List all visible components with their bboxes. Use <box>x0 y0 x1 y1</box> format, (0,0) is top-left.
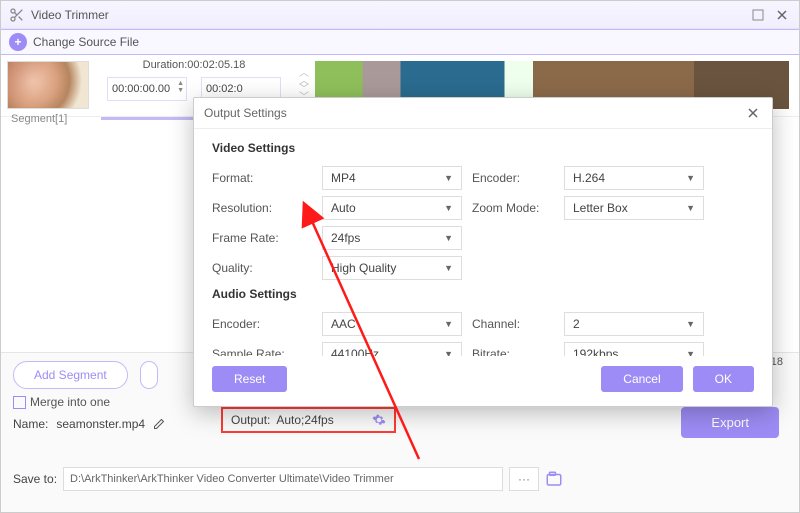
zoom-label: Zoom Mode: <box>472 201 554 215</box>
zoom-value: Letter Box <box>573 201 628 215</box>
add-segment-button[interactable]: Add Segment <box>13 361 128 389</box>
open-folder-icon[interactable] <box>545 470 563 488</box>
samplerate-label: Sample Rate: <box>212 347 312 356</box>
channel-value: 2 <box>573 317 580 331</box>
browse-button[interactable]: ··· <box>509 467 539 491</box>
samplerate-value: 44100Hz <box>331 347 379 356</box>
samplerate-select[interactable]: 44100Hz ▼ <box>322 342 462 356</box>
audio-settings-heading: Audio Settings <box>212 287 754 301</box>
export-button[interactable]: Export <box>681 407 779 438</box>
reset-button[interactable]: Reset <box>212 366 287 392</box>
caret-down-icon: ▼ <box>444 173 453 183</box>
spin-down-icon[interactable]: ▼ <box>177 87 184 94</box>
video-encoder-select[interactable]: H.264 ▼ <box>564 166 704 190</box>
end-time-value: 00:02:0 <box>206 83 243 95</box>
output-value: Auto;24fps <box>276 413 366 427</box>
caret-down-icon: ▼ <box>686 203 695 213</box>
scissors-icon <box>9 7 25 23</box>
start-time-value: 00:00:00.00 <box>112 83 170 95</box>
close-button[interactable] <box>773 6 791 24</box>
output-label: Output: <box>231 413 270 427</box>
resolution-value: Auto <box>331 201 356 215</box>
caret-down-icon: ▼ <box>444 263 453 273</box>
window-title: Video Trimmer <box>31 8 743 22</box>
clip-thumbnail[interactable] <box>7 61 89 109</box>
ok-button[interactable]: OK <box>693 366 754 392</box>
zoom-select[interactable]: Letter Box ▼ <box>564 196 704 220</box>
format-select[interactable]: MP4 ▼ <box>322 166 462 190</box>
modal-header: Output Settings <box>194 98 772 129</box>
title-bar: Video Trimmer <box>1 1 799 29</box>
video-encoder-value: H.264 <box>573 171 605 185</box>
audio-encoder-label: Encoder: <box>212 317 312 331</box>
app-window: Video Trimmer + Change Source File Durat… <box>0 0 800 513</box>
channel-label: Channel: <box>472 317 554 331</box>
modal-body: Video Settings Format: MP4 ▼ Encoder: H.2… <box>194 129 772 356</box>
video-settings-heading: Video Settings <box>212 141 754 155</box>
minimize-button[interactable] <box>749 6 767 24</box>
caret-down-icon: ▼ <box>686 349 695 356</box>
spin-up-icon[interactable]: ▲ <box>177 80 184 87</box>
add-source-icon[interactable]: + <box>9 33 27 51</box>
save-to-label: Save to: <box>13 472 57 486</box>
caret-down-icon: ▼ <box>444 319 453 329</box>
merge-label: Merge into one <box>30 395 110 409</box>
name-label: Name: <box>13 417 48 431</box>
start-time-input[interactable]: 00:00:00.00 ▲▼ <box>107 77 187 101</box>
modal-title: Output Settings <box>204 106 738 120</box>
caret-down-icon: ▼ <box>686 319 695 329</box>
output-settings-link[interactable]: Output: Auto;24fps <box>221 407 396 433</box>
caret-down-icon: ▼ <box>444 203 453 213</box>
duration-label: Duration:00:02:05.18 <box>143 59 246 71</box>
toolbar: + Change Source File <box>1 29 799 55</box>
secondary-outline-button[interactable] <box>140 361 158 389</box>
format-value: MP4 <box>331 171 356 185</box>
resolution-label: Resolution: <box>212 201 312 215</box>
gear-icon[interactable] <box>372 413 386 427</box>
edit-name-icon[interactable] <box>153 418 165 430</box>
framerate-value: 24fps <box>331 231 360 245</box>
change-source-button[interactable]: Change Source File <box>33 35 139 49</box>
audio-encoder-select[interactable]: AAC ▼ <box>322 312 462 336</box>
output-settings-modal: Output Settings Video Settings Format: M… <box>193 97 773 407</box>
audio-encoder-value: AAC <box>331 317 356 331</box>
modal-footer: Reset Cancel OK <box>194 356 772 406</box>
merge-checkbox[interactable]: Merge into one <box>13 395 110 409</box>
save-path-value: D:\ArkThinker\ArkThinker Video Converter… <box>70 473 394 485</box>
framerate-select[interactable]: 24fps ▼ <box>322 226 462 250</box>
quality-label: Quality: <box>212 261 312 275</box>
caret-down-icon: ▼ <box>686 173 695 183</box>
name-value: seamonster.mp4 <box>56 417 145 431</box>
caret-down-icon: ▼ <box>444 349 453 356</box>
segment-label: Segment[1] <box>11 113 67 125</box>
modal-close-button[interactable] <box>744 104 762 122</box>
save-path-field[interactable]: D:\ArkThinker\ArkThinker Video Converter… <box>63 467 503 491</box>
video-encoder-label: Encoder: <box>472 171 554 185</box>
quality-select[interactable]: High Quality ▼ <box>322 256 462 280</box>
bitrate-label: Bitrate: <box>472 347 554 356</box>
bitrate-select[interactable]: 192kbps ▼ <box>564 342 704 356</box>
resolution-select[interactable]: Auto ▼ <box>322 196 462 220</box>
channel-select[interactable]: 2▼ <box>564 312 704 336</box>
quality-value: High Quality <box>331 261 396 275</box>
cancel-button[interactable]: Cancel <box>601 366 682 392</box>
caret-down-icon: ▼ <box>444 233 453 243</box>
bitrate-value: 192kbps <box>573 347 618 356</box>
framerate-label: Frame Rate: <box>212 231 312 245</box>
format-label: Format: <box>212 171 312 185</box>
